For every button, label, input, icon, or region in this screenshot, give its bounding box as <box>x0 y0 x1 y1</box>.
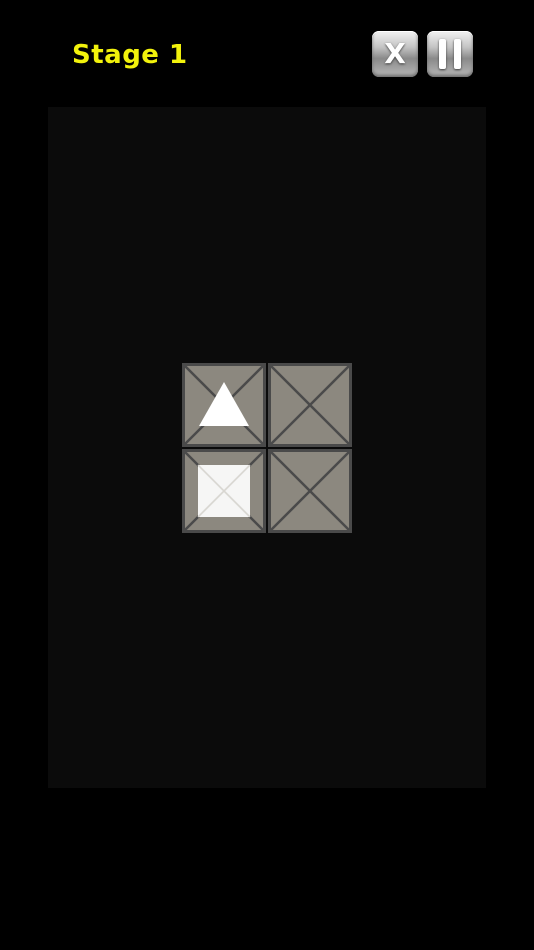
stage-title: Stage 1 <box>72 40 188 70</box>
pause-icon <box>439 39 461 69</box>
close-icon: X <box>384 37 406 70</box>
tile-r0-c0[interactable] <box>182 363 266 447</box>
tile-r0-c1[interactable] <box>268 363 352 447</box>
tile-r1-c1[interactable] <box>268 449 352 533</box>
pause-button[interactable] <box>427 31 473 77</box>
tile-grid <box>182 363 352 533</box>
tile-r1-c0[interactable] <box>182 449 266 533</box>
close-button[interactable]: X <box>372 31 418 77</box>
